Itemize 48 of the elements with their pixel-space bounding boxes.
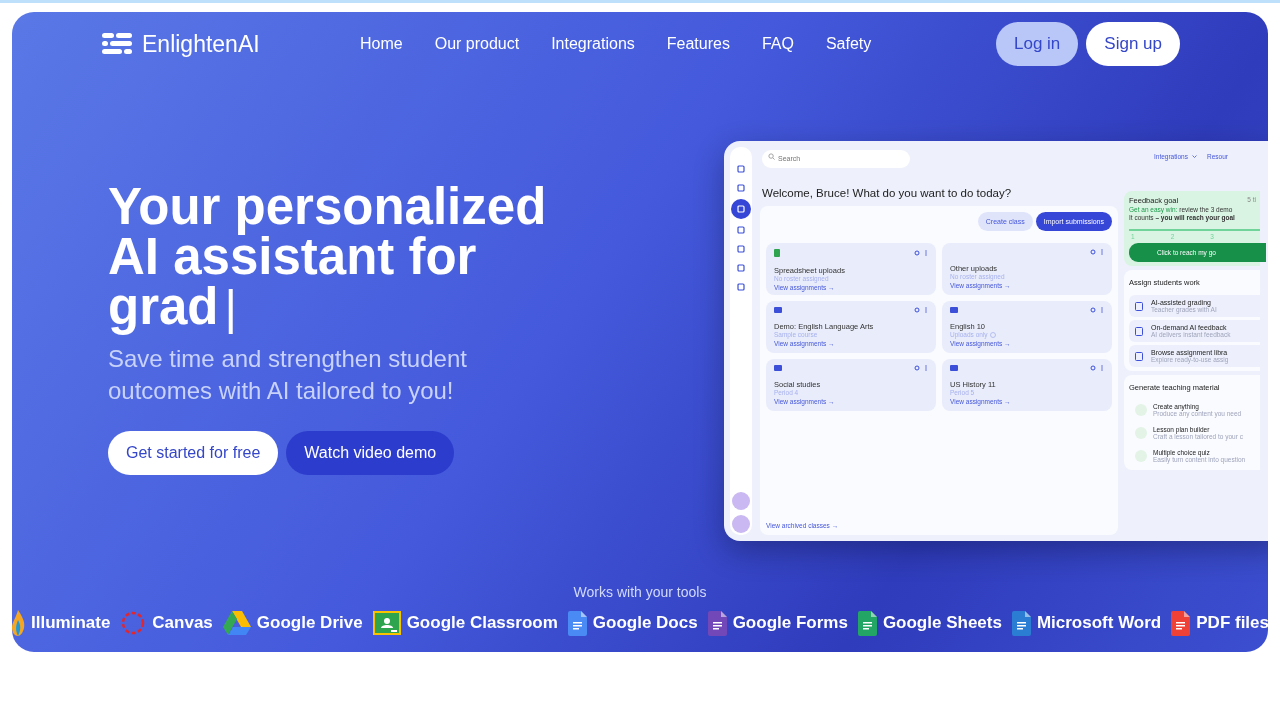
avatar-icon[interactable] — [732, 515, 750, 533]
more-icon[interactable] — [1090, 307, 1104, 313]
class-icon — [950, 365, 958, 371]
tool-name: PDF files — [1196, 613, 1268, 633]
tool-name: Google Sheets — [882, 613, 1002, 633]
tool-icon — [1135, 404, 1147, 416]
typing-cursor: | — [224, 283, 237, 333]
chevron-down-icon — [1191, 155, 1197, 159]
tool-name: Google Drive — [256, 613, 363, 633]
search-icon — [768, 153, 775, 160]
class-icon — [950, 307, 958, 313]
tool-icon — [1135, 450, 1147, 462]
brand-name[interactable]: EnlightenAI — [142, 30, 260, 58]
more-icon[interactable] — [914, 250, 928, 256]
nav-link[interactable]: Features — [666, 35, 730, 53]
tool-icon — [1135, 427, 1147, 439]
get-started-button[interactable]: Get started for free — [108, 431, 279, 475]
document-icon — [1135, 351, 1143, 361]
login-button[interactable]: Log in — [996, 22, 1079, 66]
tool-name: Google Classroom — [406, 613, 558, 633]
sidebar-icon[interactable] — [731, 199, 751, 219]
nav-link[interactable]: Our product — [434, 35, 520, 53]
document-icon — [1135, 326, 1143, 336]
more-icon[interactable] — [914, 307, 928, 313]
tool-name: Google Docs — [592, 613, 698, 633]
tool-name: Canvas — [152, 613, 213, 633]
nav-link[interactable]: FAQ — [761, 35, 794, 53]
nav-link[interactable]: Integrations — [551, 35, 635, 53]
document-icon — [1135, 301, 1143, 311]
avatar-icon[interactable] — [732, 492, 750, 510]
hero-subtitle: Save time and strengthen student outcomes with AI tailored to you! — [108, 344, 468, 406]
class-icon — [774, 307, 782, 313]
logo-icon — [102, 33, 132, 55]
more-icon[interactable] — [914, 365, 928, 371]
video-demo-button[interactable]: Watch video demo — [286, 431, 455, 475]
more-icon[interactable] — [1090, 365, 1104, 371]
tool-name: Illuminate — [31, 613, 111, 633]
more-icon[interactable] — [1090, 249, 1104, 255]
sheet-icon — [774, 249, 780, 257]
welcome-heading: Welcome, Bruce! What do you want to do today? — [762, 187, 1013, 199]
tool-name: Google Forms — [732, 613, 848, 633]
signup-button[interactable]: Sign up — [1086, 22, 1180, 66]
nav-link[interactable]: Safety — [825, 35, 872, 53]
nav-link[interactable]: Home — [360, 35, 403, 53]
info-icon — [989, 331, 996, 338]
class-icon — [774, 365, 782, 371]
tool-name: Microsoft Word — [1036, 613, 1162, 633]
tools-heading: Works with your tools — [573, 584, 707, 600]
